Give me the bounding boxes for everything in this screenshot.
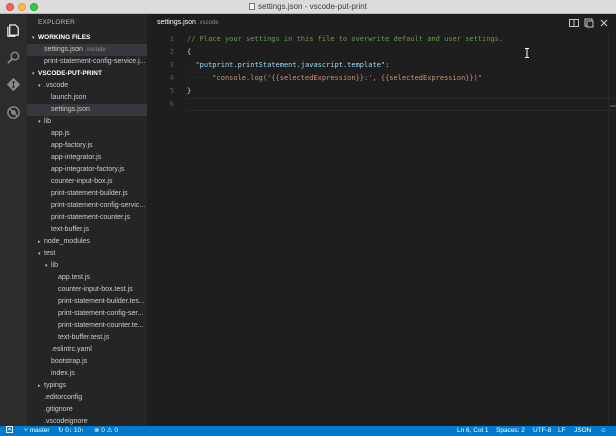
current-line-highlight bbox=[187, 98, 615, 111]
tree-file-selected[interactable]: settings.json bbox=[27, 104, 147, 116]
line-number: 6 bbox=[169, 100, 174, 108]
tree-file[interactable]: launch.json bbox=[27, 92, 147, 104]
cursor-position[interactable]: Ln 6, Col 1 bbox=[457, 426, 488, 436]
branch-icon: ⑂ bbox=[24, 427, 28, 434]
open-preview-icon[interactable] bbox=[584, 18, 594, 28]
tree-file[interactable]: .vscodeignore bbox=[27, 416, 147, 426]
json-string-value: "console.log('{{selectedExpression}}:', … bbox=[212, 74, 483, 82]
line-number: 5 bbox=[169, 87, 174, 95]
json-colon: : bbox=[385, 61, 390, 69]
line-ending[interactable]: LF bbox=[558, 426, 566, 436]
smiley-feedback-icon[interactable]: ☺ bbox=[600, 426, 607, 436]
code-line-close-brace: } bbox=[187, 87, 192, 95]
working-file-name: print-statement-config-service.j... bbox=[44, 58, 146, 65]
status-bar: ⑂ master ↻ 0↓ 10↑ ⊗ 0 ⚠ 0 Ln 6, Col 1 Sp… bbox=[0, 426, 616, 436]
line-number: 1 bbox=[169, 35, 174, 43]
error-count: 0 bbox=[101, 427, 105, 434]
code-line-comment: // Place your settings in this file to o… bbox=[187, 35, 504, 43]
warning-count: 0 bbox=[114, 427, 118, 434]
encoding[interactable]: UTF-8 bbox=[533, 426, 551, 436]
problems-item[interactable]: ⊗ 0 ⚠ 0 bbox=[94, 426, 118, 436]
working-files-header[interactable]: ▾ WORKING FILES bbox=[27, 32, 147, 44]
tree-file[interactable]: text-buffer.test.js bbox=[27, 332, 147, 344]
code-line-value: ······"console.log('{{selectedExpression… bbox=[187, 72, 482, 85]
explorer-sidebar: EXPLORER ▾ WORKING FILES settings.json .vs… bbox=[27, 14, 147, 426]
tree-folder-lib[interactable]: ▾ lib bbox=[27, 116, 147, 128]
tree-folder-test-lib[interactable]: ▾ lib bbox=[27, 260, 147, 272]
sync-counts: 0↓ 10↑ bbox=[65, 427, 85, 434]
explorer-title: EXPLORER bbox=[38, 19, 76, 26]
json-key: "putprint.printStatement.javascript.temp… bbox=[195, 61, 386, 69]
tree-folder-test[interactable]: ▾ test bbox=[27, 248, 147, 260]
code-line-key: ··"putprint.printStatement.javascript.te… bbox=[187, 59, 389, 72]
editor-tab-settings-json[interactable]: settings.json .vscode bbox=[157, 19, 219, 26]
tree-file[interactable]: .gitignore bbox=[27, 404, 147, 416]
working-file-print-statement-config[interactable]: print-statement-config-service.j... bbox=[27, 56, 147, 68]
editor-tab-bar: settings.json .vscode bbox=[147, 14, 616, 33]
debug-icon[interactable] bbox=[6, 105, 21, 120]
tree-file[interactable]: index.js bbox=[27, 368, 147, 380]
tree-file[interactable]: counter-input-box.js bbox=[27, 176, 147, 188]
search-icon[interactable] bbox=[6, 50, 21, 65]
branch-name: master bbox=[29, 427, 50, 434]
tree-file[interactable]: .eslintrc.yaml bbox=[27, 344, 147, 356]
working-file-name: settings.json bbox=[44, 46, 83, 53]
sync-icon: ↻ bbox=[58, 427, 64, 434]
tab-file-path: .vscode bbox=[197, 20, 219, 26]
tree-folder-vscode[interactable]: ▾ .vscode bbox=[27, 80, 147, 92]
git-icon[interactable] bbox=[6, 77, 21, 92]
close-icon[interactable] bbox=[599, 18, 609, 28]
code-line-open-brace: { bbox=[187, 48, 192, 56]
tree-folder-node-modules[interactable]: ▸ node_modules bbox=[27, 236, 147, 248]
error-icon: ⊗ bbox=[94, 427, 100, 434]
document-icon bbox=[249, 3, 256, 10]
ruler-marker bbox=[610, 105, 616, 107]
files-icon[interactable] bbox=[6, 23, 21, 38]
whitespace-marker: ······ bbox=[187, 74, 213, 82]
line-number: 2 bbox=[169, 48, 174, 56]
split-editor-icon[interactable] bbox=[569, 18, 579, 28]
tree-file[interactable]: counter-input-box.test.js bbox=[27, 284, 147, 296]
tree-file[interactable]: app.js bbox=[27, 128, 147, 140]
tree-file[interactable]: print-statement-builder.js bbox=[27, 188, 147, 200]
working-file-settings-json[interactable]: settings.json .vscode bbox=[27, 44, 147, 56]
tree-file[interactable]: print-statement-config-servic... bbox=[27, 200, 147, 212]
editor-area: settings.json .vscode 1 2 3 4 5 6 // Plac… bbox=[147, 14, 616, 426]
remote-icon[interactable] bbox=[6, 426, 13, 436]
tree-folder-typings[interactable]: ▸ typings bbox=[27, 380, 147, 392]
project-header[interactable]: ▾ VSCODE-PUT-PRINT bbox=[27, 68, 147, 80]
tree-file[interactable]: print-statement-counter.js bbox=[27, 212, 147, 224]
tree-file[interactable]: app.test.js bbox=[27, 272, 147, 284]
tree-file[interactable]: app-factory.js bbox=[27, 140, 147, 152]
tree-file[interactable]: app-integrator.js bbox=[27, 152, 147, 164]
tree-file[interactable]: print-statement-counter.te... bbox=[27, 320, 147, 332]
sync-item[interactable]: ↻ 0↓ 10↑ bbox=[58, 426, 84, 436]
tree-file[interactable]: app-integrator-factory.js bbox=[27, 164, 147, 176]
language-mode[interactable]: JSON bbox=[574, 426, 591, 436]
indentation[interactable]: Spaces: 2 bbox=[496, 426, 525, 436]
tab-file-name: settings.json bbox=[157, 19, 196, 26]
tree-file[interactable]: .editorconfig bbox=[27, 392, 147, 404]
activity-bar bbox=[0, 14, 27, 426]
tree-file[interactable]: text-buffer.js bbox=[27, 224, 147, 236]
overview-ruler[interactable] bbox=[608, 33, 616, 426]
line-number: 4 bbox=[169, 74, 174, 82]
window-title: settings.json - vscode-put-print bbox=[258, 2, 367, 11]
title-bar: settings.json - vscode-put-print bbox=[0, 0, 616, 14]
working-file-path: .vscode bbox=[84, 47, 106, 53]
tree-file[interactable]: print-statement-builder.tes... bbox=[27, 296, 147, 308]
git-branch-item[interactable]: ⑂ master bbox=[24, 426, 50, 436]
warning-icon: ⚠ bbox=[106, 427, 113, 434]
line-number: 3 bbox=[169, 61, 174, 69]
tree-file[interactable]: bootstrap.js bbox=[27, 356, 147, 368]
tree-file[interactable]: print-statement-config-ser... bbox=[27, 308, 147, 320]
window-title-wrap: settings.json - vscode-put-print bbox=[0, 0, 616, 14]
mouse-ibeam-cursor-icon bbox=[525, 48, 529, 58]
